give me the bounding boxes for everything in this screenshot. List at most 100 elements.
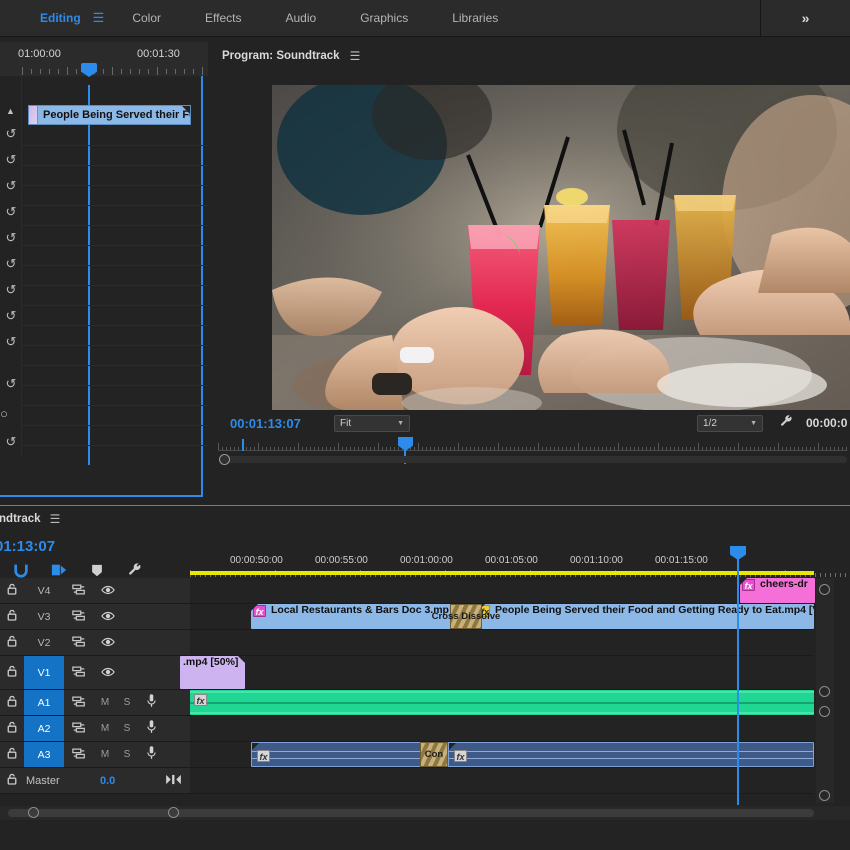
reset-arrow-icon[interactable]: ↺ (3, 230, 19, 245)
lock-icon[interactable] (0, 773, 24, 788)
fx-parameter-row[interactable] (22, 286, 208, 306)
track-name-v1[interactable]: V1 (24, 656, 64, 689)
track-header-v3[interactable]: V3 (0, 604, 190, 630)
fx-badge[interactable]: fx (454, 750, 467, 762)
fx-parameter-row[interactable] (22, 266, 208, 286)
program-monitor-timecode[interactable]: 00:01:13:07 (230, 416, 301, 431)
timeline-playhead[interactable] (737, 559, 739, 805)
workspace-tab-color[interactable]: Color (110, 0, 183, 36)
lock-icon[interactable] (0, 721, 24, 736)
vscroll-knob-mid1[interactable] (819, 686, 830, 697)
hamburger-icon[interactable]: ☰ (50, 512, 61, 526)
fx-parameter-row[interactable] (22, 246, 208, 266)
effect-controls-ruler[interactable]: 01:00:00 00:01:30 (0, 42, 208, 76)
sync-lock-icon[interactable] (64, 748, 94, 762)
fx-parameter-row[interactable] (22, 206, 208, 226)
sync-lock-icon[interactable] (64, 666, 94, 680)
track-header-a2[interactable]: A2MS (0, 716, 190, 742)
timeline-horizontal-scrollbar[interactable] (0, 806, 850, 820)
eye-icon[interactable] (94, 664, 122, 682)
scrubber-zoom-bar[interactable] (219, 456, 847, 463)
track-lane-v4[interactable]: fxcheers-dr (190, 578, 814, 604)
lock-icon[interactable] (0, 665, 24, 680)
fx-badge[interactable]: fx (257, 750, 270, 762)
fx-badge[interactable]: fx (194, 694, 207, 706)
fx-parameter-row[interactable] (22, 146, 208, 166)
track-name-v3[interactable]: V3 (24, 604, 64, 629)
timeline-transition[interactable]: Con (420, 742, 448, 767)
solo-button[interactable]: S (116, 723, 138, 734)
fx-parameter-row[interactable] (22, 166, 208, 186)
timeline-clip[interactable]: .mp4 [50%] (180, 656, 245, 689)
fx-parameter-row[interactable] (22, 346, 208, 366)
hamburger-icon[interactable]: ☰ (87, 0, 111, 36)
track-header-v1[interactable]: V1 (0, 656, 190, 690)
vscroll-knob-mid2[interactable] (819, 706, 830, 717)
fx-clip-bar[interactable]: People Being Served their Foo (28, 105, 191, 125)
mic-icon[interactable] (138, 694, 164, 712)
hscroll-knob-left[interactable] (28, 807, 39, 818)
sync-lock-icon[interactable] (64, 696, 94, 710)
solo-button[interactable]: S (116, 749, 138, 760)
workspace-tab-graphics[interactable]: Graphics (338, 0, 430, 36)
eye-icon[interactable] (94, 608, 122, 626)
fx-parameter-row[interactable] (22, 326, 208, 346)
timeline-timecode[interactable]: 01:13:07 (0, 538, 55, 555)
fx-parameter-row[interactable] (22, 426, 208, 446)
track-lane-a1[interactable]: fx (190, 690, 814, 716)
track-lane-a3[interactable]: fx fx Con (190, 742, 814, 768)
lock-icon[interactable] (0, 635, 24, 650)
reset-arrow-icon[interactable]: ↺ (3, 334, 19, 349)
timeline-clip[interactable]: fx (448, 742, 814, 767)
vscroll-knob-top[interactable] (819, 584, 830, 595)
hscroll-knob-right[interactable] (168, 807, 179, 818)
mic-icon[interactable] (138, 720, 164, 738)
timeline-clip[interactable]: fxPeople Being Served their Food and Get… (478, 604, 814, 629)
timeline-clip[interactable]: fx (190, 690, 814, 715)
reset-arrow-icon[interactable]: ↺ (3, 256, 19, 271)
track-header-a1[interactable]: A1 MS (0, 690, 190, 716)
track-header-v2[interactable]: V2 (0, 630, 190, 656)
reset-arrow-icon[interactable]: ↺ (3, 152, 19, 167)
workspace-overflow-button[interactable]: » (760, 0, 850, 36)
track-header-a3[interactable]: A3 MS (0, 742, 190, 768)
playback-resolution-select[interactable]: 1/2 ▼ (697, 415, 763, 432)
solo-button[interactable]: S (116, 697, 138, 708)
wrench-icon[interactable] (780, 415, 793, 431)
lock-icon[interactable] (0, 747, 24, 762)
sync-lock-icon[interactable] (64, 722, 94, 736)
mute-button[interactable]: M (94, 697, 116, 708)
meter-icon[interactable] (166, 772, 181, 790)
lock-icon[interactable] (0, 583, 24, 598)
track-name-a1[interactable]: A1 (24, 690, 64, 715)
track-name-v4[interactable]: V4 (24, 578, 64, 603)
track-name-a3[interactable]: A3 (24, 742, 64, 767)
workspace-tab-assembly[interactable]: y (0, 0, 18, 36)
magnet-icon[interactable] (12, 561, 30, 579)
timeline-vertical-scrollbar[interactable] (816, 578, 834, 803)
program-monitor-scrubber[interactable] (210, 436, 850, 458)
eye-icon[interactable] (94, 582, 122, 600)
scrubber-in-point[interactable] (242, 439, 244, 451)
fx-keyframe-nav-icon[interactable]: ○ (0, 406, 12, 421)
fx-collapse-toggle[interactable]: ▲ (6, 106, 15, 116)
work-area-bar[interactable] (190, 571, 814, 575)
eye-icon[interactable] (94, 634, 122, 652)
wrench-icon[interactable] (126, 561, 144, 579)
track-lane-a2[interactable] (190, 716, 814, 742)
fx-parameter-row[interactable] (22, 406, 208, 426)
timeline-clip[interactable]: fxcheers-dr (740, 578, 815, 603)
reset-arrow-icon[interactable]: ↺ (3, 126, 19, 141)
track-lane-v3[interactable]: fxLocal Restaurants & Bars Doc 3.mpfxPeo… (190, 604, 814, 630)
sync-lock-icon[interactable] (64, 610, 94, 624)
workspace-tab-editing[interactable]: Editing (18, 0, 87, 36)
reset-arrow-icon[interactable]: ↺ (3, 282, 19, 297)
sync-lock-icon[interactable] (64, 584, 94, 598)
reset-arrow-icon[interactable]: ↺ (3, 178, 19, 193)
fx-parameter-row[interactable] (22, 186, 208, 206)
fx-parameter-row[interactable] (22, 306, 208, 326)
track-name-a2[interactable]: A2 (24, 716, 64, 741)
reset-arrow-icon[interactable]: ↺ (3, 376, 19, 391)
reset-arrow-icon[interactable]: ↺ (3, 434, 19, 449)
mute-button[interactable]: M (94, 749, 116, 760)
